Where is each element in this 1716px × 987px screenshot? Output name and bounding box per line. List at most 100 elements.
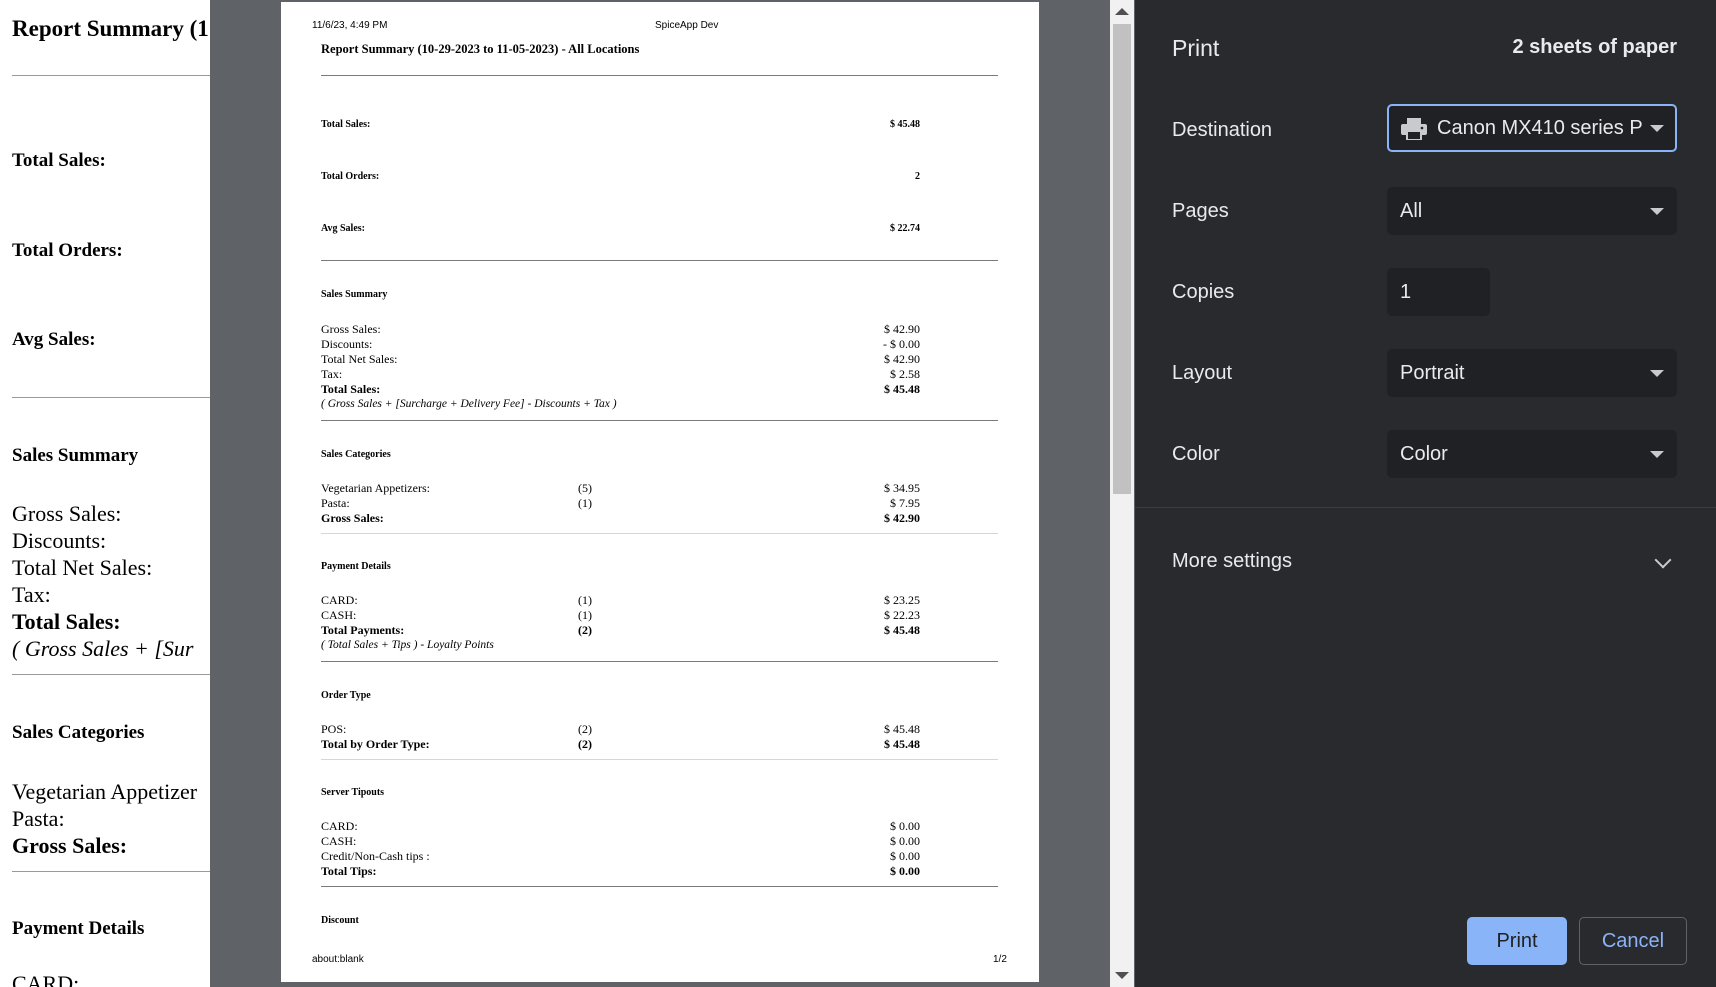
- row-label: CARD:: [321, 819, 358, 833]
- row-count: (2): [578, 737, 592, 751]
- row-count: (2): [578, 722, 592, 736]
- print-preview-area[interactable]: 11/6/23, 4:49 PM SpiceApp Dev Report Sum…: [210, 0, 1135, 987]
- pages-label: Pages: [1172, 200, 1229, 222]
- preview-scrollbar[interactable]: [1110, 0, 1134, 987]
- scrollbar-thumb[interactable]: [1113, 24, 1131, 494]
- row-label: POS:: [321, 722, 347, 736]
- row-value: $ 42.90: [884, 511, 920, 525]
- bg-sales-summary-heading: Sales Summary: [12, 445, 139, 466]
- pages-select[interactable]: All: [1387, 187, 1677, 235]
- row-label: Total Sales:: [321, 119, 371, 130]
- category-row: Vegetarian Appetizers: (5) $ 34.95: [321, 481, 920, 497]
- scroll-up-arrow-icon[interactable]: [1115, 8, 1129, 15]
- row-value: $ 42.90: [884, 322, 920, 336]
- preview-page: 11/6/23, 4:49 PM SpiceApp Dev Report Sum…: [281, 2, 1039, 982]
- scroll-down-arrow-icon[interactable]: [1115, 972, 1129, 979]
- print-settings-panel: Print 2 sheets of paper Destination Cano…: [1135, 0, 1716, 987]
- bg-divider: [12, 674, 210, 675]
- row-value: - $ 0.00: [883, 337, 920, 351]
- row-value: $ 7.95: [890, 496, 920, 510]
- bg-sales-categories-heading: Sales Categories: [12, 722, 145, 743]
- row-label: Total Net Sales:: [321, 352, 398, 366]
- total-sales-row: Total Sales: $ 45.48: [321, 119, 920, 135]
- row-label: CASH:: [321, 834, 357, 848]
- bg-total-sales: Total Sales:: [12, 609, 121, 634]
- row-label: Avg Sales:: [321, 223, 365, 234]
- row-label: CARD:: [321, 593, 358, 607]
- copies-input[interactable]: 1: [1387, 268, 1490, 316]
- bg-divider: [12, 397, 210, 398]
- bg-veg-appetizers: Vegetarian Appetizer: [12, 779, 198, 804]
- row-count: (5): [578, 481, 592, 495]
- order-type-row: Total by Order Type: (2) $ 45.48: [321, 737, 920, 753]
- row-value: $ 22.23: [884, 608, 920, 622]
- order-type-row: POS: (2) $ 45.48: [321, 722, 920, 738]
- printer-icon: [1401, 118, 1427, 140]
- divider: [321, 420, 998, 421]
- bg-formula: ( Gross Sales + [Sur: [12, 636, 194, 661]
- row-label: Vegetarian Appetizers:: [321, 481, 430, 495]
- color-select[interactable]: Color: [1387, 430, 1677, 478]
- summary-row: Gross Sales: $ 42.90: [321, 322, 920, 338]
- row-label: Credit/Non-Cash tips :: [321, 849, 430, 863]
- summary-row: Total Sales: $ 45.48: [321, 382, 920, 398]
- divider: [321, 533, 998, 534]
- discount-heading: Discount: [321, 915, 359, 926]
- category-row: Gross Sales: $ 42.90: [321, 511, 920, 527]
- sales-formula-note: ( Gross Sales + [Surcharge + Delivery Fe…: [321, 398, 617, 410]
- pages-value: All: [1400, 200, 1423, 222]
- bg-total-net-sales: Total Net Sales:: [12, 555, 153, 580]
- bg-total-sales-label: Total Sales:: [12, 150, 106, 171]
- dropdown-caret-icon: [1650, 451, 1664, 458]
- row-value: $ 23.25: [884, 593, 920, 607]
- row-label: Gross Sales:: [321, 322, 381, 336]
- print-button[interactable]: Print: [1467, 917, 1567, 965]
- divider: [321, 886, 998, 887]
- copies-value: 1: [1400, 281, 1412, 303]
- more-settings-toggle[interactable]: More settings: [1172, 550, 1292, 573]
- summary-row: Total Net Sales: $ 42.90: [321, 352, 920, 368]
- row-value: 2: [915, 171, 920, 182]
- bg-gross-sales-bold: Gross Sales:: [12, 833, 128, 858]
- row-value: $ 0.00: [890, 819, 920, 833]
- server-tipouts-heading: Server Tipouts: [321, 787, 385, 798]
- bg-pasta: Pasta:: [12, 806, 65, 831]
- row-value: $ 2.58: [890, 367, 920, 381]
- bg-gross-sales: Gross Sales:: [12, 501, 122, 526]
- payment-row: Total Payments: (2) $ 45.48: [321, 623, 920, 639]
- order-type-heading: Order Type: [321, 690, 371, 701]
- background-page: Report Summary (1 Total Sales: Total Ord…: [0, 0, 210, 987]
- row-label: Total by Order Type:: [321, 737, 430, 751]
- payment-row: CARD: (1) $ 23.25: [321, 593, 920, 609]
- bg-report-title: Report Summary (1: [12, 16, 209, 41]
- destination-value: Canon MX410 series P: [1437, 117, 1643, 139]
- tipout-row: CASH: $ 0.00: [321, 834, 920, 850]
- chevron-down-icon[interactable]: [1654, 551, 1672, 569]
- layout-select[interactable]: Portrait: [1387, 349, 1677, 397]
- row-value: $ 42.90: [884, 352, 920, 366]
- color-label: Color: [1172, 443, 1220, 465]
- destination-select[interactable]: Canon MX410 series P: [1387, 104, 1677, 152]
- bg-divider: [12, 871, 210, 872]
- row-value: $ 45.48: [884, 737, 920, 751]
- dropdown-caret-icon: [1650, 125, 1664, 132]
- row-label: Total Sales:: [321, 382, 381, 396]
- row-label: Discounts:: [321, 337, 373, 351]
- page-header-app: SpiceApp Dev: [655, 20, 719, 31]
- panel-divider: [1135, 507, 1716, 508]
- tipout-row: CARD: $ 0.00: [321, 819, 920, 835]
- cancel-button[interactable]: Cancel: [1579, 917, 1687, 965]
- bg-total-orders-label: Total Orders:: [12, 240, 123, 261]
- bg-divider: [12, 75, 210, 76]
- row-value: $ 0.00: [890, 864, 920, 878]
- page-footer-url: about:blank: [312, 954, 364, 965]
- row-label: Pasta:: [321, 496, 350, 510]
- dropdown-caret-icon: [1650, 370, 1664, 377]
- row-label: Total Tips:: [321, 864, 377, 878]
- dropdown-caret-icon: [1650, 208, 1664, 215]
- layout-label: Layout: [1172, 362, 1233, 384]
- copies-label: Copies: [1172, 281, 1235, 303]
- payment-formula-note: ( Total Sales + Tips ) - Loyalty Points: [321, 639, 494, 651]
- bg-card: CARD:: [12, 971, 80, 987]
- row-value: $ 45.48: [884, 722, 920, 736]
